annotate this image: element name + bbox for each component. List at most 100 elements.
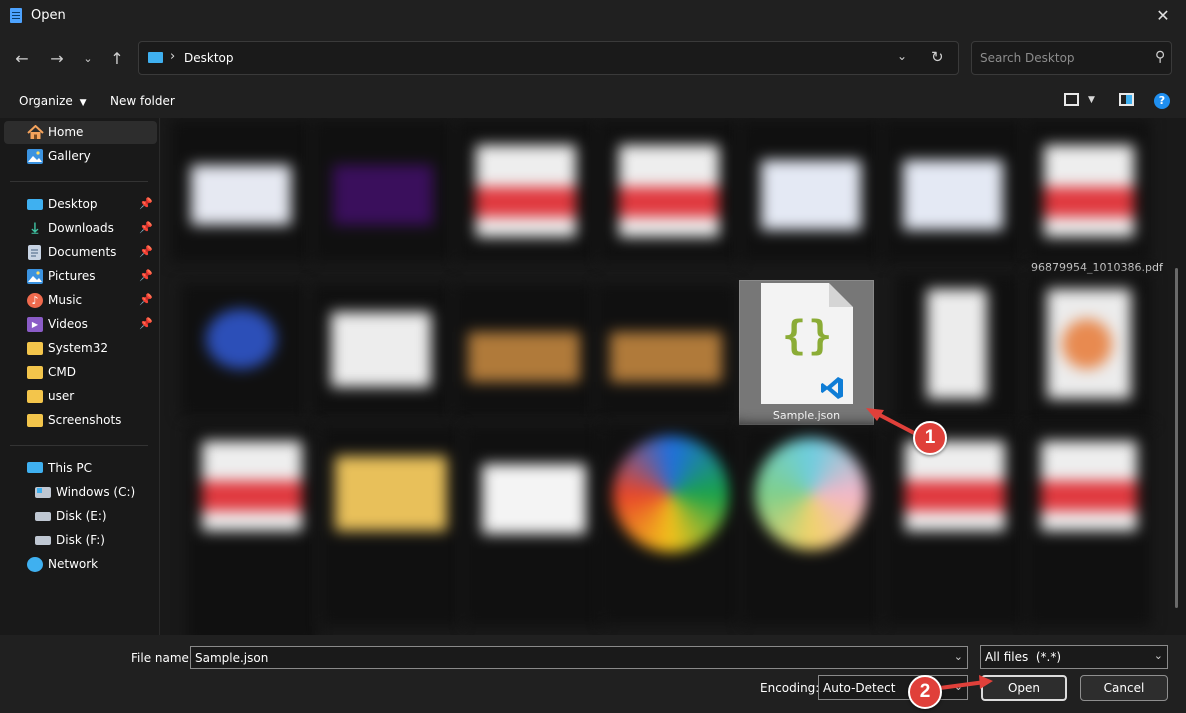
thumbnail-content: [468, 332, 580, 382]
search-box[interactable]: ⚲: [971, 41, 1172, 75]
up-arrow-icon[interactable]: ↑: [106, 48, 128, 70]
pin-icon[interactable]: 📌: [139, 221, 153, 234]
sidebar-item-videos[interactable]: ▶ Videos 📌: [4, 313, 157, 336]
recent-locations-chevron-icon[interactable]: ⌄: [77, 48, 99, 70]
file-thumbnail[interactable]: [1026, 120, 1150, 262]
file-thumbnail[interactable]: [321, 426, 461, 626]
thumbnail-content: [331, 312, 431, 387]
thumbnail-content: [476, 145, 576, 187]
sidebar-item-label: This PC: [48, 461, 92, 475]
sidebar-item-music[interactable]: ♪ Music 📌: [4, 289, 157, 312]
sidebar-item-downloads[interactable]: ⤓ Downloads 📌: [4, 217, 157, 240]
thumbnail-content: [619, 187, 719, 217]
sidebar-item-network[interactable]: Network: [4, 553, 157, 576]
file-name-label: Sample.json: [772, 409, 841, 422]
file-thumbnail[interactable]: [311, 284, 451, 416]
thumbnail-content: [927, 289, 987, 399]
file-thumbnail[interactable]: [599, 120, 739, 262]
file-type-select[interactable]: All files (*.*) ⌄: [980, 645, 1168, 669]
thumbnail-content: [610, 332, 722, 382]
sidebar-item-system32[interactable]: System32: [4, 337, 157, 360]
cancel-button[interactable]: Cancel: [1080, 675, 1168, 701]
file-name-input[interactable]: [191, 647, 967, 668]
file-thumbnail[interactable]: [181, 284, 305, 416]
file-thumbnail[interactable]: [885, 426, 1025, 626]
preview-pane-icon[interactable]: [1119, 93, 1134, 106]
search-input[interactable]: [972, 42, 1142, 74]
pin-icon[interactable]: 📌: [139, 197, 153, 210]
sidebar-item-label: Music: [48, 293, 83, 307]
annotation-badge-1: 1: [913, 421, 947, 455]
address-dropdown-icon[interactable]: ⌄: [897, 49, 907, 63]
computer-icon: [27, 462, 43, 473]
sidebar-item-gallery[interactable]: Gallery: [4, 145, 157, 168]
file-thumbnail[interactable]: [1027, 426, 1151, 626]
thumbnail-content: [482, 464, 586, 534]
sidebar-item-disk-e[interactable]: Disk (E:): [4, 505, 157, 528]
file-thumbnail[interactable]: [601, 424, 741, 624]
file-thumbnail[interactable]: [456, 120, 596, 262]
address-bar[interactable]: › Desktop ⌄ ↻: [138, 41, 959, 75]
file-thumbnail[interactable]: [464, 426, 604, 626]
file-thumbnail[interactable]: [596, 284, 736, 416]
file-thumbnail[interactable]: [895, 274, 1019, 424]
sidebar-item-home[interactable]: Home: [4, 121, 157, 144]
sidebar-item-label: Windows (C:): [56, 485, 136, 499]
pin-icon[interactable]: 📌: [139, 317, 153, 330]
music-icon: ♪: [27, 293, 43, 308]
file-thumbnail[interactable]: [313, 120, 453, 262]
file-type-value: All files (*.*): [985, 650, 1062, 664]
sidebar-item-label: Gallery: [48, 149, 91, 163]
refresh-icon[interactable]: ↻: [931, 48, 944, 66]
file-name-combobox[interactable]: ⌄: [190, 646, 968, 669]
help-icon[interactable]: ?: [1154, 93, 1170, 109]
braces-icon: {}: [782, 313, 835, 359]
close-button[interactable]: ✕: [1140, 0, 1186, 32]
forward-arrow-icon[interactable]: →: [46, 48, 68, 70]
pin-icon[interactable]: 📌: [139, 293, 153, 306]
sidebar-item-user[interactable]: user: [4, 385, 157, 408]
view-dropdown-icon[interactable]: ▼: [1088, 95, 1095, 105]
sidebar-item-documents[interactable]: Documents 📌: [4, 241, 157, 264]
pin-icon[interactable]: 📌: [139, 245, 153, 258]
command-bar: Organize ▼ New folder ▼ ?: [0, 84, 1186, 118]
sidebar-divider: [10, 181, 148, 182]
open-button[interactable]: Open: [981, 675, 1067, 701]
chevron-down-icon[interactable]: ⌄: [954, 680, 963, 693]
thumbnail-content: [619, 217, 719, 237]
sidebar-item-windows-c[interactable]: Windows (C:): [4, 481, 157, 504]
back-arrow-icon[interactable]: ←: [11, 48, 33, 70]
search-icon[interactable]: ⚲: [1155, 49, 1165, 65]
pin-icon[interactable]: 📌: [139, 269, 153, 282]
view-options-icon[interactable]: [1064, 93, 1079, 106]
sidebar-item-pictures[interactable]: Pictures 📌: [4, 265, 157, 288]
sidebar-item-screenshots[interactable]: Screenshots: [4, 409, 157, 432]
chevron-down-icon[interactable]: ⌄: [1154, 649, 1163, 662]
organize-button[interactable]: Organize ▼: [19, 94, 87, 108]
chevron-down-icon[interactable]: ⌄: [954, 650, 963, 663]
new-folder-button[interactable]: New folder: [110, 94, 175, 108]
file-item-sample-json[interactable]: {} Sample.json: [739, 280, 874, 425]
file-thumbnail[interactable]: [741, 426, 881, 626]
file-thumbnail[interactable]: [883, 120, 1023, 262]
breadcrumb-desktop[interactable]: Desktop: [184, 51, 234, 65]
sidebar-item-desktop[interactable]: Desktop 📌: [4, 193, 157, 216]
file-list[interactable]: 96879954_1010386.pdf {} Sample.json: [161, 118, 1186, 635]
sidebar-item-cmd[interactable]: CMD: [4, 361, 157, 384]
vertical-scrollbar[interactable]: [1175, 268, 1178, 608]
file-thumbnail[interactable]: [741, 120, 881, 262]
sidebar-item-disk-f[interactable]: Disk (F:): [4, 529, 157, 552]
thumbnail-content: [202, 441, 302, 481]
thumbnail-content: [191, 165, 291, 225]
thumbnail-content: [903, 160, 1003, 230]
file-thumbnail[interactable]: [171, 120, 311, 262]
encoding-select[interactable]: Auto-Detect ⌄: [818, 675, 968, 700]
file-thumbnail[interactable]: [454, 284, 594, 416]
file-thumbnail[interactable]: [187, 426, 317, 635]
navigation-bar: ← → ⌄ ↑ › Desktop ⌄ ↻ ⚲: [0, 32, 1186, 84]
thumbnail-content: [755, 438, 867, 550]
breadcrumb-chevron-icon[interactable]: ›: [170, 49, 175, 64]
sidebar-item-this-pc[interactable]: This PC: [4, 457, 157, 480]
file-thumbnail[interactable]: [1027, 274, 1151, 424]
thumbnail-content: [1044, 217, 1134, 237]
